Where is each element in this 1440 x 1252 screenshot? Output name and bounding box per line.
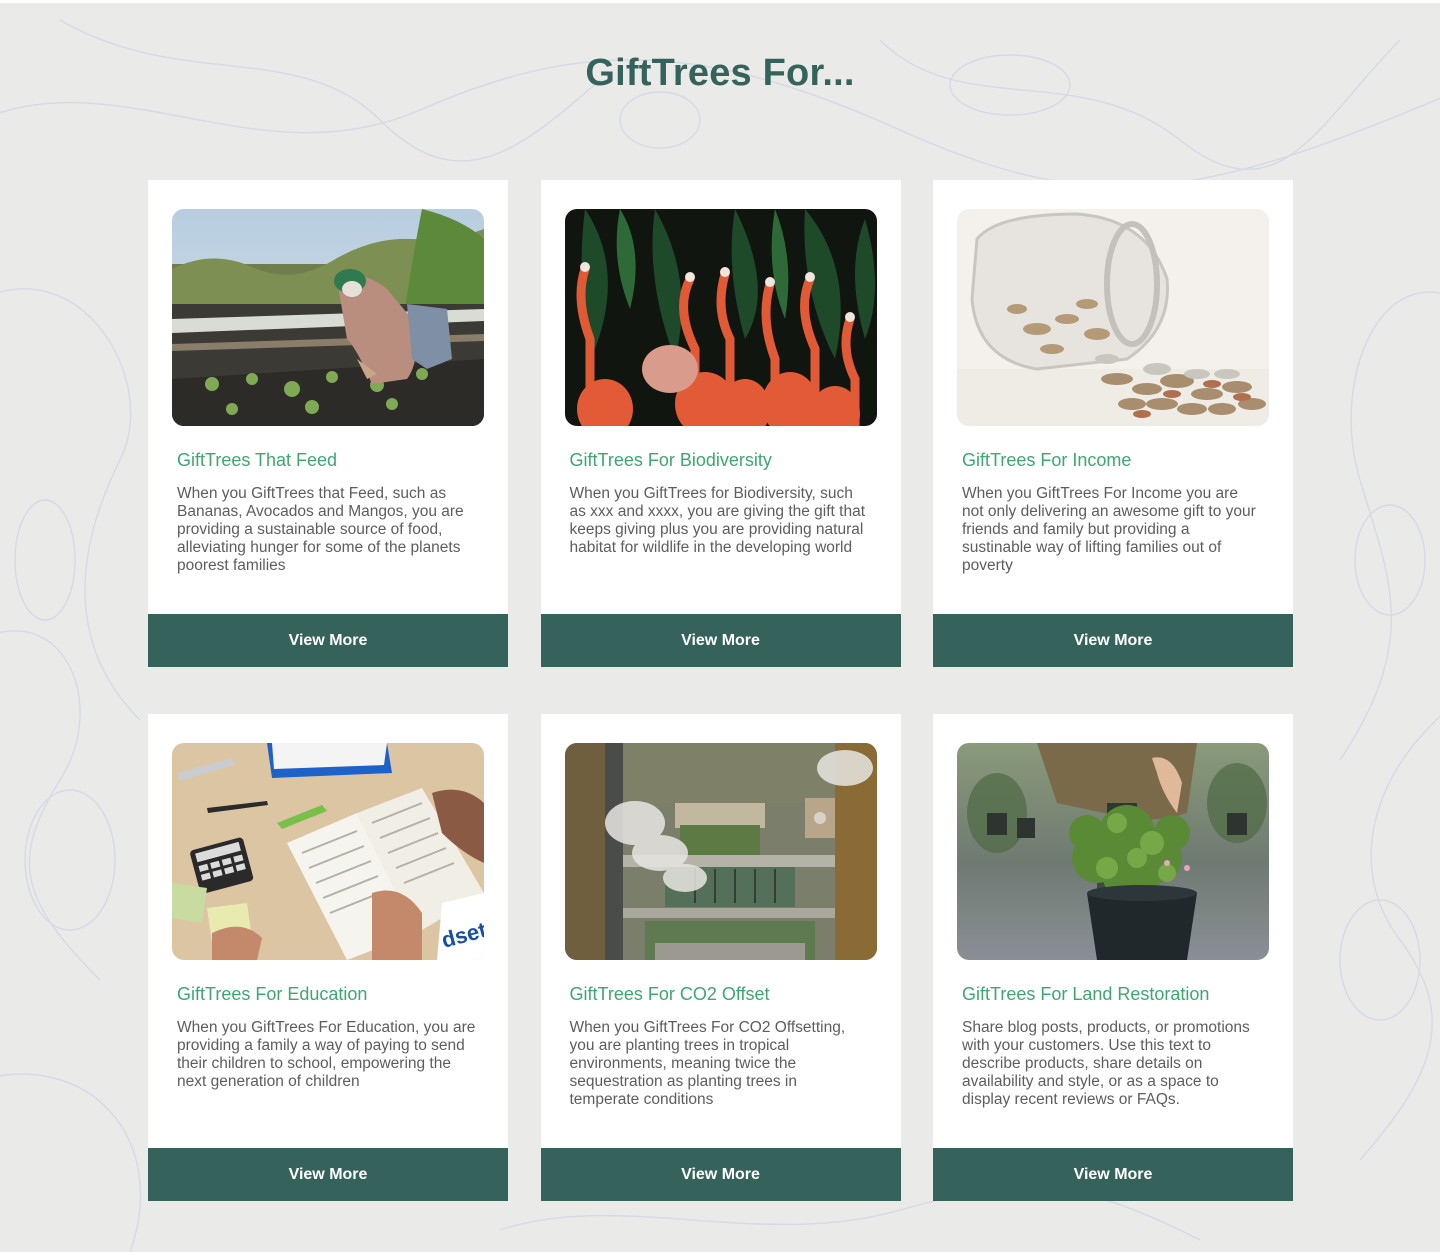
view-more-button[interactable]: View More <box>540 1148 901 1201</box>
card-description: When you GiftTrees For CO2 Offsetting, y… <box>569 1019 846 1108</box>
view-more-button[interactable]: View More <box>148 1148 508 1201</box>
card-co2-offset: GiftTrees For CO2 Offset When you GiftTr… <box>540 714 901 1201</box>
card-feed: GiftTrees That Feed When you GiftTrees t… <box>148 180 508 667</box>
card-description: Share blog posts, products, or promotion… <box>962 1019 1250 1108</box>
card-title: GiftTrees For Land Restoration <box>962 984 1210 1004</box>
view-more-button[interactable]: View More <box>148 614 508 667</box>
potted-plant-photo <box>957 743 1269 960</box>
coin-jar-photo <box>957 209 1269 426</box>
card-description: When you GiftTrees For Income you are no… <box>962 485 1256 574</box>
card-biodiversity: GiftTrees For Biodiversity When you Gift… <box>540 180 901 667</box>
study-desk-photo: dset <box>172 743 484 960</box>
card-land-restoration: GiftTrees For Land Restoration Share blo… <box>933 714 1293 1201</box>
card-description: When you GiftTrees that Feed, such as Ba… <box>177 485 464 574</box>
factory-aerial-photo <box>564 743 877 960</box>
card-description: When you GiftTrees For Education, you ar… <box>177 1019 476 1090</box>
view-more-button[interactable]: View More <box>540 614 901 667</box>
view-more-button[interactable]: View More <box>933 614 1293 667</box>
card-title: GiftTrees For Education <box>177 984 368 1004</box>
card-title: GiftTrees For CO2 Offset <box>569 984 770 1004</box>
top-border <box>0 0 1440 3</box>
view-more-button[interactable]: View More <box>933 1148 1293 1201</box>
farmer-planting-photo <box>172 209 484 426</box>
card-income: GiftTrees For Income When you GiftTrees … <box>933 180 1293 667</box>
page-title: GiftTrees For... <box>585 52 855 94</box>
card-title: GiftTrees For Biodiversity <box>569 450 772 470</box>
card-education: dset GiftTrees For Education When you Gi… <box>148 714 508 1201</box>
card-title: GiftTrees That Feed <box>177 450 338 470</box>
card-description: When you GiftTrees for Biodiversity, suc… <box>569 485 866 556</box>
flamingos-photo <box>564 209 877 426</box>
card-title: GiftTrees For Income <box>962 450 1132 470</box>
card-grid: GiftTrees That Feed When you GiftTrees t… <box>148 180 1293 1201</box>
